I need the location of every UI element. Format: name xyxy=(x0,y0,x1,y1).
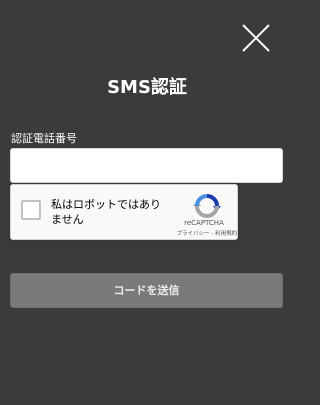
close-button[interactable] xyxy=(240,22,272,54)
recaptcha-widget: 私はロボットではありません reCAPTCHA プライバシー - 利用規約 xyxy=(10,184,238,240)
send-code-button[interactable]: コードを送信 xyxy=(10,273,283,308)
recaptcha-brand: reCAPTCHA xyxy=(184,219,224,227)
terms-link[interactable]: 利用規約 xyxy=(215,231,237,237)
privacy-link[interactable]: プライバシー xyxy=(177,231,210,237)
recaptcha-checkbox[interactable] xyxy=(21,200,41,220)
phone-number-label: 認証電話番号 xyxy=(11,132,77,145)
recaptcha-logo-icon xyxy=(193,192,221,220)
close-icon xyxy=(242,24,270,52)
phone-number-input[interactable] xyxy=(10,148,283,183)
recaptcha-checkbox-label: 私はロボットではありません xyxy=(51,198,161,226)
dialog-title: SMS認証 xyxy=(107,77,187,98)
recaptcha-links: プライバシー - 利用規約 xyxy=(151,230,237,238)
